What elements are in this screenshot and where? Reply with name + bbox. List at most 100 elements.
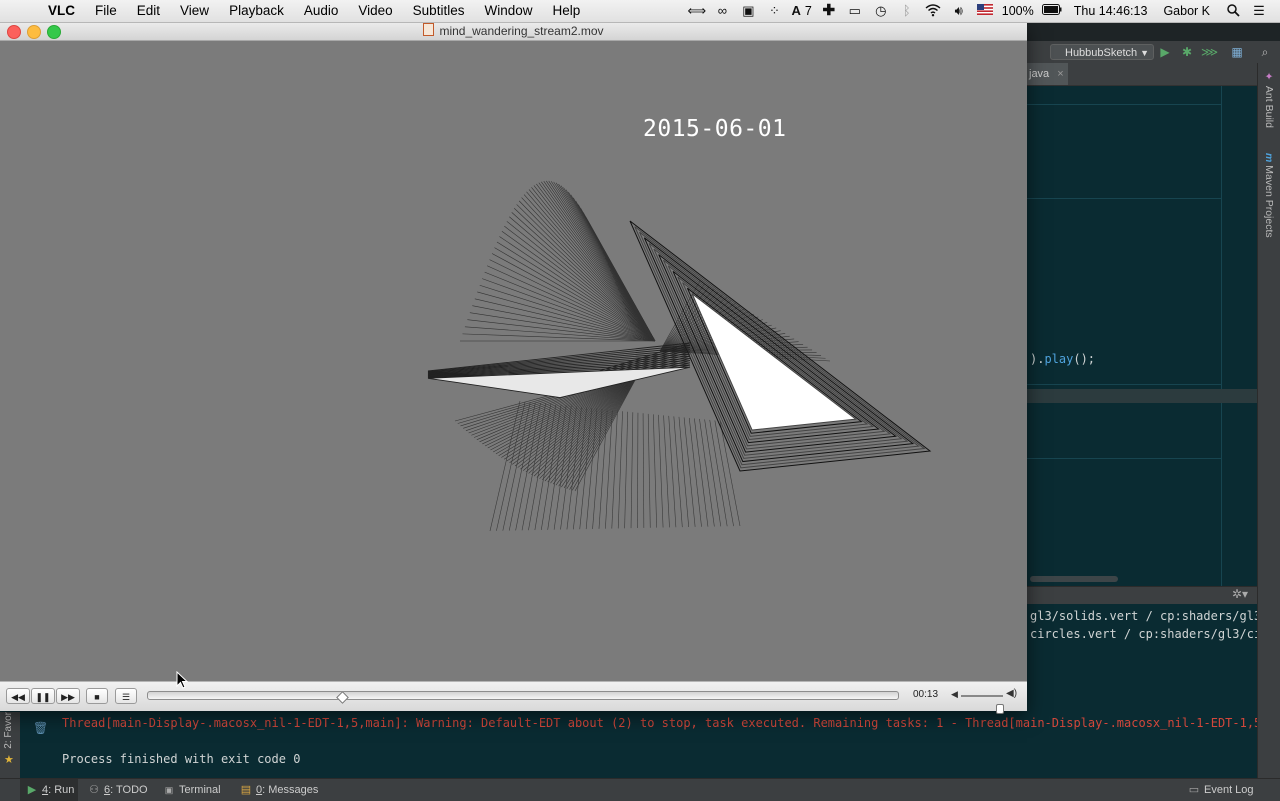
playback-controller: ◀◀ ❚❚ ▶▶ ■ ☰ 00:13 ◀ ◀) (0, 681, 1027, 714)
tool-terminal[interactable]: ▣ Terminal (163, 779, 221, 801)
menu-playback[interactable]: Playback (219, 0, 294, 22)
volume-knob[interactable] (995, 704, 1004, 714)
user-name[interactable]: Gabor K (1163, 4, 1210, 18)
stop-button[interactable]: ■ (86, 688, 108, 704)
tool-todo[interactable]: ⚇ 6: TODO (88, 779, 148, 801)
volume-high-icon[interactable]: ◀) (1006, 688, 1017, 699)
menu-bar: VLC File Edit View Playback Audio Video … (0, 0, 1280, 23)
adobe-count: 7 (804, 4, 812, 18)
bluetooth-icon[interactable]: ᛒ (898, 4, 916, 18)
code-line: ).play(); (1030, 352, 1095, 366)
wire-line (663, 415, 670, 528)
video-area[interactable]: 2015-06-01 (0, 41, 1027, 681)
wire-line (501, 230, 656, 342)
coverage-icon[interactable]: ⋙ (1201, 44, 1218, 60)
wire-line (617, 411, 623, 529)
wire-line (511, 212, 656, 342)
chevron-down-icon: ▼ (1140, 48, 1149, 58)
code-prefix: ). (1030, 352, 1045, 366)
run-icon: ▶ (27, 784, 37, 796)
menu-extras: ⟺ ∞ ▣ ⁘ A 7 ✚ ▭ ◷ ᛒ 🔊︎ 100% Thu 14:46:13… (683, 0, 1280, 22)
pause-button[interactable]: ❚❚ (31, 688, 55, 704)
trash-icon[interactable]: 🗑︎ (33, 721, 48, 735)
rewind-button[interactable]: ◀◀ (6, 688, 30, 704)
clock[interactable]: Thu 14:46:13 (1074, 4, 1148, 18)
maven-projects-label: Maven Projects (1263, 165, 1275, 238)
volume-icon[interactable]: 🔊︎ (950, 4, 968, 18)
run-configuration-select[interactable]: HubbubSketch ▼ (1050, 44, 1154, 60)
console-text: gl3/solids.vert / cp:shaders/gl3/s (1030, 609, 1257, 623)
menu-edit[interactable]: Edit (127, 0, 170, 22)
spotlight-search-icon[interactable] (1224, 4, 1242, 18)
console-exit-line: Process finished with exit code 0 (62, 752, 1257, 766)
indent-guide (1027, 104, 1221, 105)
wire-line (496, 241, 656, 342)
close-tab-icon[interactable]: × (1057, 68, 1063, 80)
maven-projects-tool[interactable]: m Maven Projects (1263, 153, 1275, 238)
airplay-icon[interactable]: ▭ (846, 4, 864, 18)
wire-line (683, 417, 696, 527)
wire-line (496, 401, 526, 531)
wifi-icon[interactable] (924, 4, 942, 18)
event-log[interactable]: ▭ Event Log (1188, 779, 1254, 801)
ant-build-tool[interactable]: ✦ Ant Build (1263, 71, 1275, 128)
wire-line (653, 414, 657, 528)
plus-cross-icon[interactable]: ✚ (820, 3, 838, 18)
calendar-icon[interactable]: ▣ (739, 4, 757, 18)
ant-build-label: Ant Build (1263, 85, 1275, 128)
run-config-label: HubbubSketch (1065, 47, 1138, 59)
gear-icon[interactable]: ✲▾ (1232, 587, 1248, 601)
editor-tab-label: java (1029, 68, 1050, 80)
volume-low-icon[interactable]: ◀ (951, 689, 958, 700)
console-text: Thread[main-Display-.macosx_nil-1-EDT-1,… (62, 716, 1257, 730)
wire-line (611, 410, 618, 529)
tool-run[interactable]: ▶ 4: Run (20, 779, 78, 801)
wire-shape (691, 293, 857, 431)
time-machine-icon[interactable]: ◷ (872, 4, 890, 18)
menu-help[interactable]: Help (542, 0, 590, 22)
ant-icon: ✦ (1263, 71, 1275, 86)
current-line-highlight (1027, 389, 1257, 403)
search-everywhere-icon[interactable]: ⌕ (1257, 44, 1273, 60)
link-icon[interactable]: ⟺ (687, 4, 706, 18)
editor-tab-java[interactable]: java × (1027, 63, 1068, 85)
code-editor[interactable] (1027, 86, 1257, 586)
grid-dots-icon[interactable]: ⁘ (765, 4, 783, 18)
indent-guide (1027, 384, 1221, 385)
tool-messages[interactable]: ▤ 0: Messages (240, 779, 319, 801)
menu-video[interactable]: Video (348, 0, 402, 22)
vlc-window: mind_wandering_stream2.mov 2015-06-01 ◀◀… (0, 22, 1027, 714)
adobe-icon[interactable]: A (791, 4, 800, 18)
battery-icon[interactable] (1041, 4, 1062, 18)
menu-audio[interactable]: Audio (294, 0, 349, 22)
wire-line (499, 236, 656, 342)
menu-subtitles[interactable]: Subtitles (403, 0, 475, 22)
playlist-button[interactable]: ☰ (115, 688, 137, 704)
volume-slider[interactable] (961, 695, 1004, 714)
flag-us-icon[interactable] (976, 4, 994, 18)
glasses-icon[interactable]: ∞ (713, 4, 731, 18)
seek-knob[interactable] (335, 691, 349, 704)
menu-file[interactable]: File (85, 0, 127, 22)
fast-forward-button[interactable]: ▶▶ (56, 688, 80, 704)
menu-view[interactable]: View (170, 0, 219, 22)
run-icon[interactable]: ▶ (1157, 44, 1173, 60)
notification-center-icon[interactable]: ☰ (1250, 4, 1268, 18)
menu-window[interactable]: Window (474, 0, 542, 22)
movie-file-icon (423, 23, 435, 36)
maven-icon: m (1263, 153, 1275, 166)
project-structure-icon[interactable]: ▦ (1229, 44, 1245, 60)
menu-app-vlc[interactable]: VLC (48, 0, 85, 22)
wire-line (464, 326, 656, 342)
wire-line (509, 216, 656, 342)
mouse-pointer-icon (176, 671, 188, 689)
seek-bar[interactable] (147, 691, 899, 704)
elapsed-time[interactable]: 00:13 (913, 689, 938, 700)
favorites-tool[interactable]: 2: Favor (3, 712, 14, 749)
console-text: circles.vert / cp:shaders/gl3/circ (1030, 627, 1257, 641)
debug-icon[interactable]: ✱ (1179, 44, 1195, 60)
wire-line (647, 413, 651, 528)
code-suffix: (); (1073, 352, 1096, 366)
editor-horizontal-scrollbar[interactable] (1030, 576, 1118, 582)
vlc-titlebar[interactable]: mind_wandering_stream2.mov (0, 22, 1027, 41)
